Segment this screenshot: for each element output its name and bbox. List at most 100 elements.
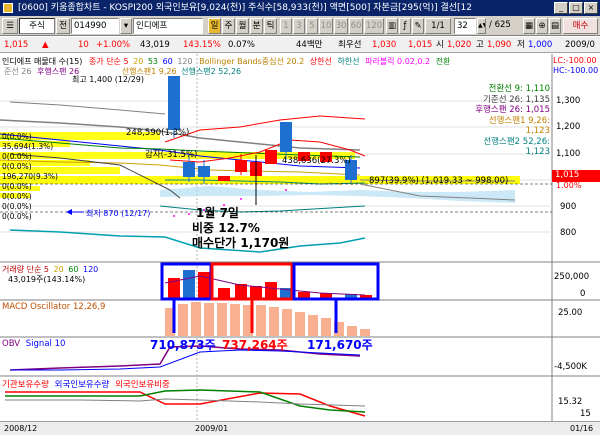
- legend-value: 1,135: [525, 94, 550, 105]
- price-axis-label: 800: [560, 228, 577, 238]
- interval-30[interactable]: 30: [334, 18, 348, 34]
- interval-10[interactable]: 10: [319, 18, 333, 34]
- minimize-button[interactable]: _: [554, 2, 568, 14]
- annotation-date: 1월 7일: [196, 206, 239, 220]
- tab-tick[interactable]: 틱: [264, 18, 277, 34]
- count-input[interactable]: 32: [454, 18, 476, 34]
- price-axis-label: 1,200: [556, 122, 581, 132]
- timeline-bar: 2008/12 2009/01 01/16: [0, 421, 600, 435]
- profile-label: 0(0.0%): [2, 182, 32, 191]
- volume-value: 43,019: [140, 40, 170, 50]
- profile-note-3: 438,636(27.3%): [282, 156, 351, 166]
- timeline-label: 2009/01: [195, 424, 229, 433]
- tab-week[interactable]: 주: [222, 18, 235, 34]
- market-select[interactable]: 주식: [19, 18, 55, 34]
- count-stepper[interactable]: ▲▼: [477, 18, 486, 34]
- high-label: 고: [476, 40, 484, 50]
- best-quote-label: 최우선: [338, 40, 362, 50]
- interval-120[interactable]: 120: [364, 18, 384, 34]
- price-header-2: 종가 단순 5: [88, 57, 129, 66]
- window-title-bar[interactable]: [0600] 키움종합차트 - KOSPI200 외국인보유[9,024(천)]…: [0, 0, 600, 16]
- legend-value: 1,123: [525, 126, 550, 136]
- tab-day[interactable]: 일: [208, 18, 221, 34]
- amount-value: 44백만: [296, 40, 323, 50]
- low-note: 최저 870 (12/17): [86, 209, 151, 218]
- code-input[interactable]: 014990: [71, 18, 119, 34]
- window-title: [0600] 키움종합차트 - KOSPI200 외국인보유[9,024(천)]…: [18, 3, 472, 13]
- kijun-label: 준선 26: [4, 67, 32, 76]
- obv-header: OBV Signal 10: [2, 339, 65, 349]
- search-icon[interactable]: ▾: [120, 18, 132, 34]
- menu-icon[interactable]: ☰: [2, 18, 18, 34]
- timeline-label: 01/16: [570, 424, 594, 433]
- profile-label: 0(0.0%): [2, 162, 32, 171]
- profile-label: 0(0.0%): [2, 132, 32, 141]
- interval-60[interactable]: 60: [349, 18, 363, 34]
- legend-label: 선행스팬2 52,26: [483, 136, 548, 147]
- volume-header-4: 120: [83, 265, 99, 274]
- annotation-price: 매수단가 1,170원: [192, 236, 290, 250]
- change-arrow: ▲: [42, 40, 49, 50]
- close-button[interactable]: ×: [584, 2, 598, 14]
- macd-axis-label: 25.00: [558, 308, 583, 318]
- volume-annotation-2: 737,264주: [222, 338, 288, 352]
- stock-name-field[interactable]: 인디에프: [133, 18, 203, 34]
- prev-button[interactable]: 전: [56, 18, 70, 34]
- institution-header: 기관보유수량 외국인보유수량 외국인보유비중: [2, 378, 170, 390]
- price-header-9: 하한선: [337, 57, 360, 66]
- interval-1[interactable]: 1: [280, 18, 292, 34]
- tab-month[interactable]: 월: [236, 18, 249, 34]
- obv-axis-label: -4,500K: [554, 362, 587, 372]
- open-label: 시: [436, 40, 444, 50]
- buy-button[interactable]: 매수: [563, 18, 598, 34]
- profile-label: 0(0.0%): [2, 152, 32, 161]
- volume-axis-label: 250,000: [554, 272, 590, 282]
- lc-label: LC:-100.00: [553, 56, 597, 65]
- interval-5[interactable]: 5: [306, 18, 318, 34]
- legend-value: 1,110: [525, 84, 550, 94]
- hc-label: HC:-100.00: [553, 66, 599, 75]
- price-axis-label: 1,300: [556, 96, 581, 106]
- interval-3[interactable]: 3: [293, 18, 305, 34]
- tool-icon[interactable]: ✎: [412, 18, 424, 34]
- price-header-10: 파라볼릭 0.02,0.2: [365, 57, 431, 66]
- lc-hc-labels: LC:-100.00 HC:-100.00: [553, 56, 598, 76]
- grid-icon[interactable]: ▦: [523, 18, 535, 34]
- volume-header-1: 거래량 단순 5: [2, 265, 49, 274]
- count-total: / 625: [489, 20, 511, 30]
- zoom-icon[interactable]: ⊕: [536, 18, 548, 34]
- maximize-button[interactable]: □: [569, 2, 583, 14]
- ratio-button[interactable]: 1/1: [425, 18, 451, 34]
- indicator-icon[interactable]: ƒ: [399, 18, 411, 34]
- high-note: 최고 1,400 (12/29): [72, 75, 145, 84]
- annotation-weight: 비중 12.7%: [192, 221, 260, 235]
- change-percent: +1.00%: [96, 40, 131, 50]
- band-note: 897(39.9%) (1,019.33 ~ 998.00): [369, 176, 509, 186]
- chart-type-icon[interactable]: ▥: [386, 18, 398, 34]
- legend-label: 후행스팬 26: [475, 105, 521, 115]
- price-header-3: 20: [133, 57, 144, 66]
- ask-value: 1,030: [372, 40, 397, 50]
- profile-label: 0(0.0%): [2, 202, 32, 211]
- volume-ratio: 143.15%: [183, 40, 221, 50]
- macd-header: MACD Oscillator 12,26,9: [2, 302, 106, 312]
- tab-minute[interactable]: 분: [250, 18, 263, 34]
- price-header-4: 53: [147, 57, 159, 66]
- price-header-11: 전환: [435, 57, 451, 66]
- volume-header-2: 20: [53, 265, 64, 274]
- inst-label: 기관보유수량: [2, 380, 49, 390]
- current-pct-marker: 1.00%: [556, 181, 582, 190]
- legend-label: 전환선 9: [488, 84, 521, 94]
- foreign-label: 외국인보유수량: [54, 380, 110, 390]
- legend-value: 1,015: [525, 105, 550, 115]
- quote-bar: 1,015 ▲ 10 +1.00% 43,019 143.15% 0.07% 4…: [0, 37, 600, 53]
- buy-annotation: 1월 7일 비중 12.7% 매수단가 1,170원: [192, 206, 289, 251]
- profile-note-2: 감자(-31.5%): [145, 150, 198, 160]
- print-icon[interactable]: ▤: [549, 18, 561, 34]
- profile-label: 196,270(9.3%): [2, 172, 58, 181]
- price-header-7: Bollinger Bands중심선 20.2: [199, 57, 305, 66]
- obv-label: OBV: [2, 339, 21, 349]
- legend-label: 선행스팬1 9,26: [488, 115, 548, 126]
- chart-area[interactable]: 인디에프 매물대 수(15) 종가 단순 5 20 53 60 120 Boll…: [0, 54, 600, 421]
- turnover-value: 0.07%: [228, 40, 256, 50]
